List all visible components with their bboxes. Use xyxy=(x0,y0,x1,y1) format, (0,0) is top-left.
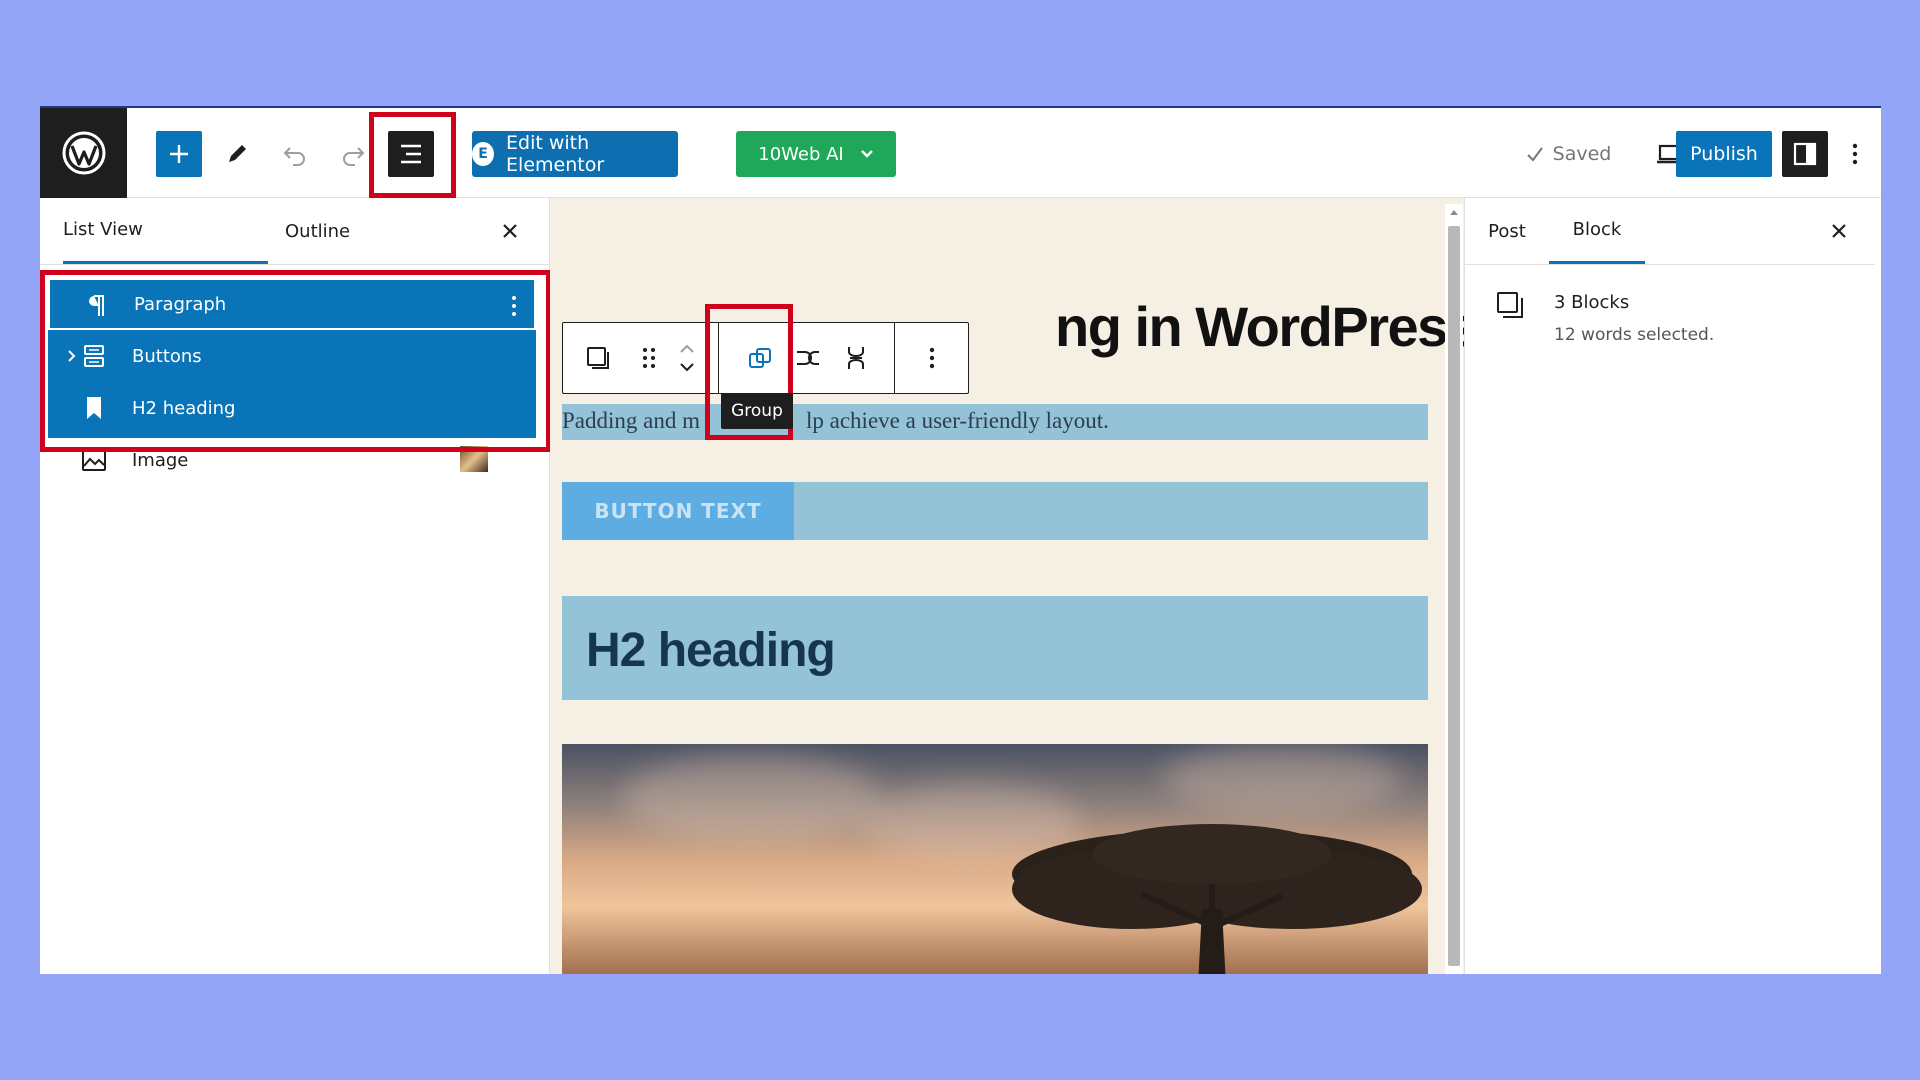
editor-window: E Edit with Elementor 10Web AI Saved Pub… xyxy=(40,106,1881,974)
blocks-count: 3 Blocks xyxy=(1554,292,1630,313)
scroll-up-arrow-icon[interactable] xyxy=(1445,204,1463,222)
editor-canvas[interactable]: ng in WordPress? Padding and m lp achiev… xyxy=(550,198,1475,974)
elementor-label: Edit with Elementor xyxy=(506,132,605,176)
tab-post[interactable]: Post xyxy=(1465,198,1549,264)
heading-text: ng in WordPress? xyxy=(1055,295,1475,358)
paragraph-block[interactable]: Padding and m lp achieve a user-friendly … xyxy=(562,408,1109,434)
tab-divider xyxy=(40,264,550,265)
tenweb-ai-button[interactable]: 10Web AI xyxy=(736,131,896,177)
kebab-menu-icon xyxy=(1852,143,1858,165)
settings-sidebar: Post Block 3 Blocks 12 words selected. xyxy=(1464,198,1881,974)
paragraph-text-start: Padding and m xyxy=(562,408,700,433)
drag-icon xyxy=(643,348,655,368)
button-element[interactable]: BUTTON TEXT xyxy=(562,482,794,540)
settings-sidebar-toggle[interactable] xyxy=(1782,131,1828,177)
image-block[interactable] xyxy=(562,744,1428,974)
close-icon xyxy=(1832,224,1846,238)
scrollbar-thumb[interactable] xyxy=(1448,226,1460,966)
undo-icon xyxy=(283,147,305,166)
tab-block[interactable]: Block xyxy=(1549,198,1645,264)
elementor-icon: E xyxy=(472,142,495,166)
stack-icon xyxy=(848,347,864,369)
plus-icon xyxy=(170,145,188,163)
wordpress-logo[interactable] xyxy=(40,108,127,198)
publish-button[interactable]: Publish xyxy=(1676,131,1772,177)
top-toolbar: E Edit with Elementor 10Web AI Saved Pub… xyxy=(40,108,1881,198)
redo-icon xyxy=(343,147,365,166)
tenweb-label: 10Web AI xyxy=(758,143,844,165)
saved-label: Saved xyxy=(1552,143,1612,165)
kebab-menu-icon xyxy=(929,347,935,369)
tab-divider xyxy=(1465,264,1875,265)
selection-highlight xyxy=(40,270,551,452)
cloud-shape xyxy=(622,754,882,844)
paragraph-text-end: lp achieve a user-friendly layout. xyxy=(806,408,1109,433)
edit-tools-button[interactable] xyxy=(214,131,260,177)
wordpress-icon xyxy=(62,131,105,175)
list-view-highlight xyxy=(369,112,456,198)
multiple-blocks-icon xyxy=(1497,292,1523,318)
options-button[interactable] xyxy=(1840,131,1870,177)
list-item-label: Image xyxy=(132,449,189,471)
list-view-panel: List View Outline Paragraph Buttons H2 h… xyxy=(40,198,551,974)
tab-outline[interactable]: Outline xyxy=(285,198,415,264)
block-type-button[interactable] xyxy=(563,323,633,393)
chevron-down-icon xyxy=(860,150,873,158)
group-tooltip: Group xyxy=(721,393,793,429)
blocks-description: 12 words selected. xyxy=(1554,325,1715,345)
row-icon xyxy=(797,351,819,365)
chevron-up-icon[interactable] xyxy=(678,344,696,354)
undo-button[interactable] xyxy=(272,131,318,177)
edit-with-elementor-button[interactable]: E Edit with Elementor xyxy=(472,131,678,177)
row-button[interactable] xyxy=(795,323,827,393)
tree-silhouette xyxy=(1012,824,1422,974)
close-settings-button[interactable] xyxy=(1824,216,1854,246)
drag-handle[interactable] xyxy=(631,323,667,393)
close-list-view-button[interactable] xyxy=(495,216,525,246)
stack-button[interactable] xyxy=(831,323,881,393)
add-block-button[interactable] xyxy=(156,131,202,177)
pencil-icon xyxy=(229,145,246,162)
h2-heading-text: H2 heading xyxy=(586,624,836,677)
move-buttons[interactable] xyxy=(669,323,705,393)
multiple-blocks-icon xyxy=(587,347,609,369)
close-icon xyxy=(503,224,517,238)
checkmark-icon xyxy=(1526,147,1543,162)
more-options-button[interactable] xyxy=(895,323,969,393)
tab-list-view[interactable]: List View xyxy=(63,198,268,264)
chevron-down-icon[interactable] xyxy=(678,362,696,372)
sidebar-icon xyxy=(1793,142,1817,166)
saved-status: Saved xyxy=(1508,136,1628,172)
cloud-shape xyxy=(1162,744,1402,814)
